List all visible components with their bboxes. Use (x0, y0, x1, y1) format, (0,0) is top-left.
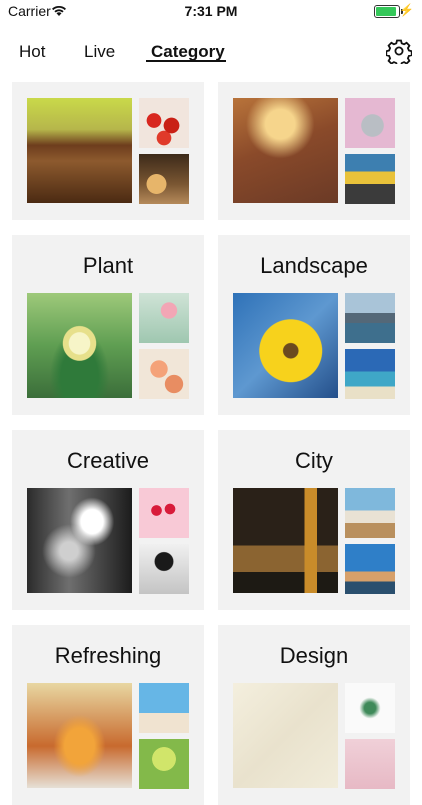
drink-splash-image (27, 683, 132, 788)
category-card-food[interactable] (12, 82, 204, 220)
category-card-city[interactable]: City (218, 430, 410, 610)
van-image (345, 154, 395, 204)
orange-flowers-image (139, 349, 189, 399)
category-title: Plant (82, 253, 134, 278)
battery-icon (374, 5, 403, 18)
category-title: Refreshing (54, 643, 162, 668)
big-ben-image (233, 488, 338, 593)
pink-texture-image (345, 739, 395, 789)
category-title: Landscape (260, 253, 368, 278)
cat-image (139, 544, 189, 594)
beach-image (345, 349, 395, 399)
charging-bolt-icon: ⚡ (399, 3, 414, 17)
jar-image (139, 154, 189, 204)
yellow-flower-image (233, 293, 338, 398)
category-card-plant[interactable]: Plant (12, 235, 204, 415)
gear-icon (385, 39, 413, 67)
category-card-design[interactable]: Design (218, 625, 410, 805)
mountain-lake-image (345, 293, 395, 343)
sea-figure-image (139, 683, 189, 733)
textured-paper-image (233, 683, 338, 788)
bird-image (345, 98, 395, 148)
active-tab-indicator (146, 60, 226, 62)
tab-category[interactable]: Category (151, 42, 225, 62)
tab-live[interactable]: Live (84, 42, 115, 62)
category-title: Design (279, 643, 349, 668)
top-tab-bar: Hot Live Category (0, 38, 422, 68)
harbor-image (345, 544, 395, 594)
old-town-image (345, 488, 395, 538)
settings-button[interactable] (385, 38, 413, 67)
category-card-people[interactable] (218, 82, 410, 220)
category-card-landscape[interactable]: Landscape (218, 235, 410, 415)
lime-image (139, 739, 189, 789)
strawberries-image (139, 98, 189, 148)
pink-flower-image (139, 293, 189, 343)
leaf-image (345, 683, 395, 733)
category-card-refreshing[interactable]: Refreshing (12, 625, 204, 805)
tab-hot[interactable]: Hot (19, 42, 45, 62)
lips-image (139, 488, 189, 538)
dancer-bw-image (27, 488, 132, 593)
couple-image (233, 98, 338, 203)
coffee-beans-image (27, 98, 132, 203)
clock: 7:31 PM (184, 3, 238, 19)
category-title: Creative (67, 448, 149, 473)
status-bar: Carrier 7:31 PM ⚡ (0, 0, 422, 22)
category-title: City (295, 448, 333, 473)
lotus-image (27, 293, 132, 398)
category-card-creative[interactable]: Creative (12, 430, 204, 610)
